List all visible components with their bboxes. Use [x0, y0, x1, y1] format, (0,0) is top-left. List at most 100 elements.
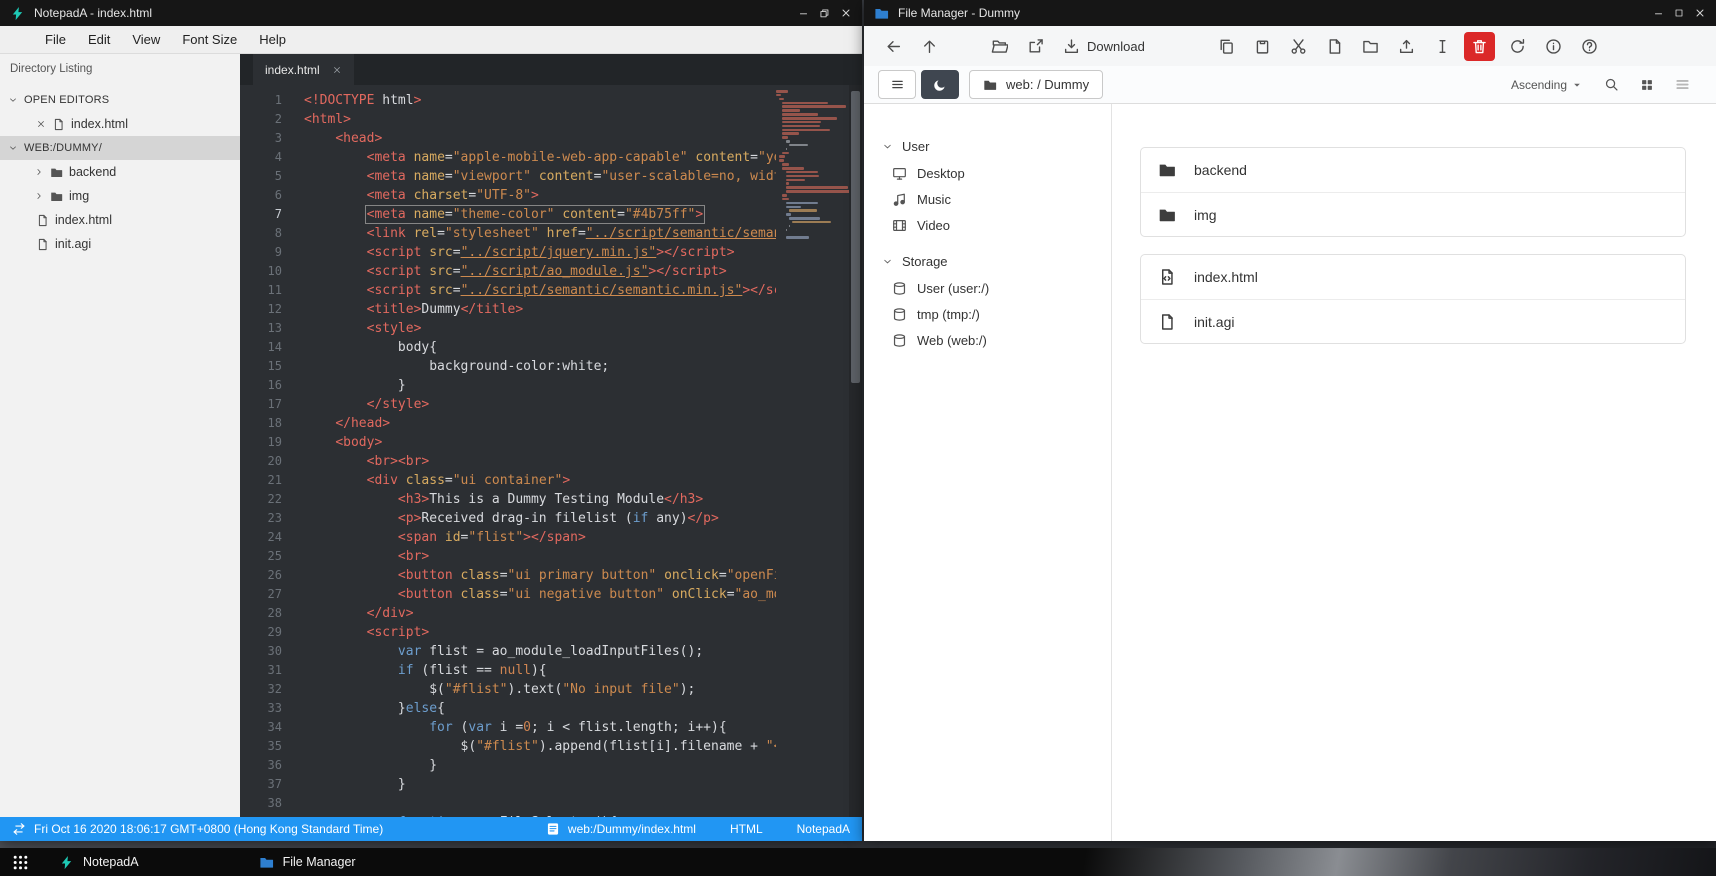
tree-item-label: img	[69, 189, 90, 203]
sidebar-group-user[interactable]: User	[882, 132, 1111, 160]
sidebar-item-user-user[interactable]: User (user:/)	[882, 275, 1111, 301]
line-number: 27	[267, 587, 282, 601]
sidebar-item-video[interactable]: Video	[882, 212, 1111, 238]
up-button[interactable]	[912, 31, 946, 61]
menu-edit[interactable]: Edit	[77, 26, 121, 53]
menu-view[interactable]: View	[121, 26, 171, 53]
upload-icon	[1398, 38, 1415, 55]
notepada-titlebar[interactable]: NotepadA - index.html	[0, 0, 862, 26]
minimap-line	[782, 132, 799, 135]
file-manager-toolbar: Download	[864, 26, 1716, 66]
code-line: <script src="../script/semantic/semantic…	[366, 283, 776, 298]
new-file-button[interactable]	[1318, 31, 1352, 61]
desktop-icon	[892, 166, 907, 181]
file-manager-sidebar: User Desktop Music Video Storage User (user:/…	[864, 104, 1111, 841]
search-button[interactable]	[1604, 77, 1619, 92]
sidebar-group-storage[interactable]: Storage	[882, 247, 1111, 275]
file-manager-body: User Desktop Music Video Storage User (user:/…	[864, 104, 1716, 841]
code-line: <meta name="apple-mobile-web-app-capable…	[366, 150, 776, 165]
status-language[interactable]: HTML	[730, 822, 763, 836]
back-button[interactable]	[876, 31, 910, 61]
code-line: }	[304, 758, 438, 773]
line-number: 6	[274, 188, 282, 202]
line-number: 31	[267, 663, 282, 677]
tab-close-icon[interactable]	[332, 65, 342, 75]
copy-button[interactable]	[1210, 31, 1244, 61]
minimap-line	[785, 190, 850, 193]
minimap-line	[776, 93, 781, 97]
taskbar-item-file-manager[interactable]: File Manager	[259, 855, 356, 870]
arrow-up-icon	[921, 38, 938, 55]
close-button[interactable]	[840, 7, 852, 19]
file-name: index.html	[1194, 269, 1258, 285]
code-line: }else{	[304, 701, 445, 716]
rename-button[interactable]	[1426, 31, 1460, 61]
folder-icon	[874, 6, 889, 21]
open-button[interactable]	[982, 31, 1016, 61]
close-button[interactable]	[1694, 7, 1706, 19]
sidebar-item-tmp-tmp[interactable]: tmp (tmp:/)	[882, 301, 1111, 327]
tree-item-label: backend	[69, 165, 117, 179]
tab-index-html[interactable]: index.html	[253, 54, 354, 85]
dark-mode-button[interactable]	[921, 70, 959, 99]
apps-grid-icon[interactable]	[12, 854, 29, 871]
folder-icon	[1158, 161, 1176, 179]
maximize-button[interactable]	[1674, 8, 1684, 18]
info-button[interactable]	[1537, 31, 1571, 61]
editor-scrollbar[interactable]	[849, 85, 862, 817]
arrow-left-icon	[885, 38, 902, 55]
file-manager-titlebar[interactable]: File Manager - Dummy	[864, 0, 1716, 26]
scrollbar-thumb[interactable]	[851, 91, 860, 383]
delete-button[interactable]	[1463, 31, 1495, 61]
tree-item-img[interactable]: img	[0, 184, 240, 208]
line-number: 34	[267, 720, 282, 734]
music-icon	[892, 192, 907, 207]
file-row-init-agi[interactable]: init.agi	[1141, 299, 1685, 343]
minimap[interactable]	[776, 90, 850, 242]
minimize-button[interactable]	[798, 8, 809, 19]
download-button[interactable]: Download	[1054, 31, 1154, 61]
minimap-line	[782, 116, 837, 120]
sidebar-item-web-web[interactable]: Web (web:/)	[882, 327, 1111, 353]
sidebar-item-desktop[interactable]: Desktop	[882, 160, 1111, 186]
code-content: <!DOCTYPE html> <html> <head> <meta name=…	[304, 91, 776, 817]
breadcrumb[interactable]: web: / Dummy	[969, 70, 1104, 99]
file-row-backend[interactable]: backend	[1141, 148, 1685, 192]
taskbar-item-notepada[interactable]: NotepadA	[59, 855, 139, 870]
tree-item-backend[interactable]: backend	[0, 160, 240, 184]
help-button[interactable]	[1573, 31, 1607, 61]
list-view-button[interactable]	[1675, 77, 1690, 92]
minimap-line	[785, 205, 802, 209]
minimize-button[interactable]	[1653, 8, 1664, 19]
grid-view-button[interactable]	[1640, 78, 1654, 92]
new-folder-button[interactable]	[1354, 31, 1388, 61]
menu-help[interactable]: Help	[248, 26, 297, 53]
upload-button[interactable]	[1390, 31, 1424, 61]
tree-item-init-agi[interactable]: init.agi	[0, 232, 240, 256]
sidebar-group-label: User	[902, 138, 930, 154]
file-row-index-html[interactable]: index.html	[1141, 255, 1685, 299]
code-line: <title>Dummy</title>	[366, 302, 524, 317]
tree-item-index-html[interactable]: index.html	[0, 208, 240, 232]
file-row-img[interactable]: img	[1141, 192, 1685, 236]
restore-button[interactable]	[819, 8, 830, 19]
status-file-path[interactable]: web:/Dummy/index.html	[568, 822, 696, 836]
taskbar-items: NotepadA File Manager	[29, 855, 356, 870]
notepada-sidebar: Directory Listing OPEN EDITORS index.html…	[0, 54, 240, 817]
tree-item-open-editors[interactable]: OPEN EDITORS	[0, 88, 240, 112]
refresh-button[interactable]	[1501, 31, 1535, 61]
sidebar-group-label: Storage	[902, 253, 948, 269]
tree-item-index-html[interactable]: index.html	[0, 112, 240, 136]
menu-file[interactable]: File	[34, 26, 77, 53]
line-number: 2	[274, 112, 282, 126]
sort-dropdown[interactable]: Ascending	[1511, 78, 1583, 92]
menu-font-size[interactable]: Font Size	[171, 26, 248, 53]
file-badge-icon	[546, 822, 560, 836]
sidebar-item-music[interactable]: Music	[882, 186, 1111, 212]
menu-button[interactable]	[878, 70, 916, 99]
code-editor[interactable]: 1 2 3 4 5 6 7 8 9 10 11 12 13 14 15 16 17 18 19 20 21 22 23 24 2…	[240, 85, 862, 817]
tree-item-web-dummy[interactable]: WEB:/DUMMY/	[0, 136, 240, 160]
paste-button[interactable]	[1246, 31, 1280, 61]
open-in-new-window-button[interactable]	[1018, 31, 1052, 61]
cut-button[interactable]	[1282, 31, 1316, 61]
